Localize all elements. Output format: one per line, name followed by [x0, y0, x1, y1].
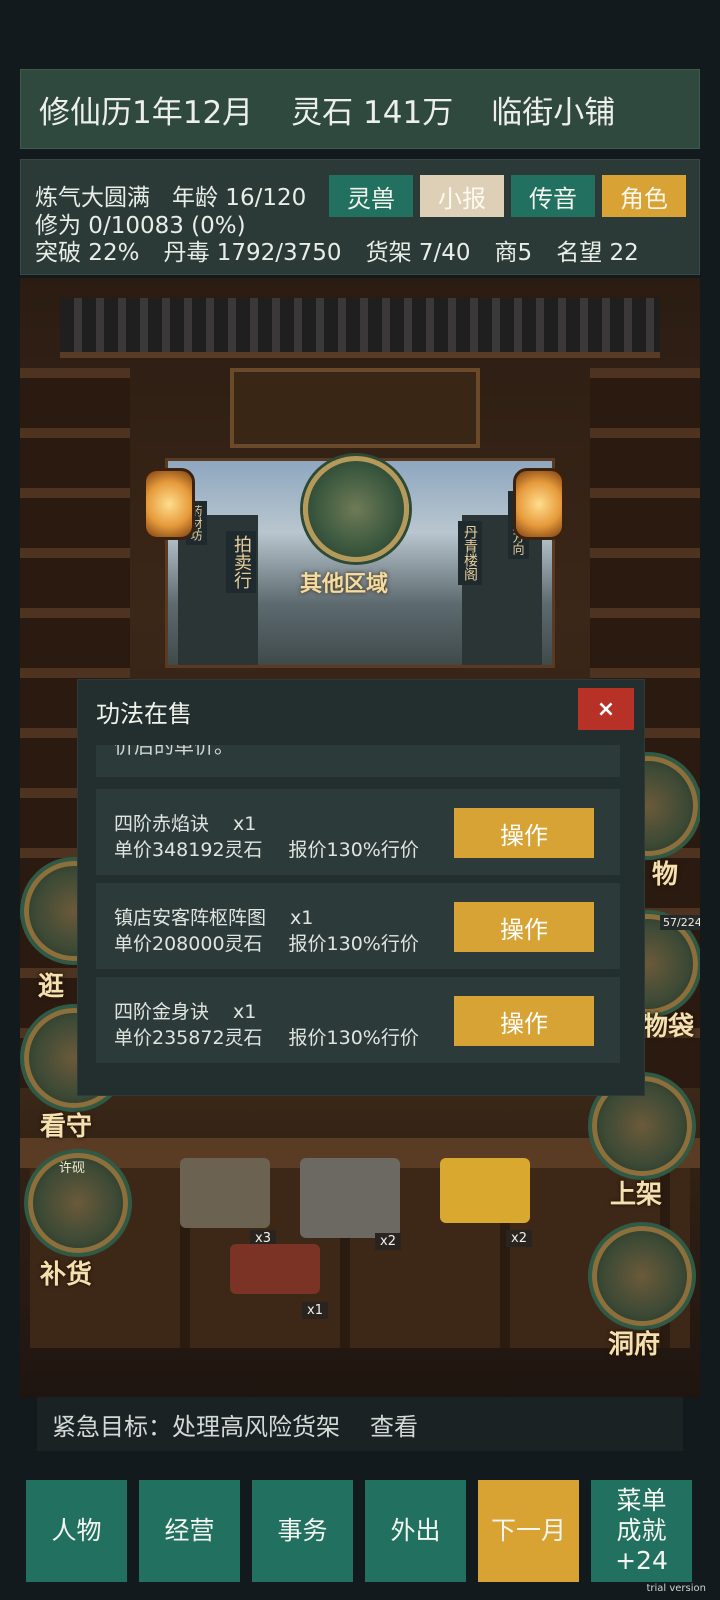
- roof-tiles: [60, 298, 660, 358]
- unit-price: 单价208000灵石: [114, 933, 263, 955]
- bottom-nav: 人物 经营 事务 外出 下一月 菜单 成就+24: [26, 1480, 692, 1582]
- quote-percent: 报价130%行价: [288, 839, 419, 861]
- listing-name: 四阶金身诀 x1: [114, 997, 256, 1024]
- goods-label[interactable]: 物: [652, 854, 678, 891]
- stats-panel: 炼气大圆满 年龄 16/120 修为 0/10083 (0%) 突破 22% 丹毒 …: [20, 159, 700, 275]
- street-sign: 丹青楼阁: [458, 521, 482, 585]
- shop-name: 临街小铺: [491, 94, 616, 131]
- quote-percent: 报价130%行价: [288, 933, 419, 955]
- books-icon[interactable]: [180, 1158, 270, 1228]
- potion-chest-icon[interactable]: [230, 1244, 320, 1294]
- guard-label[interactable]: 看守: [40, 1106, 92, 1143]
- potion-chest-qty: x1: [302, 1302, 328, 1319]
- listing-row: 镇店安客阵枢阵图 x1 单价208000灵石 报价130%行价 操作: [96, 883, 620, 969]
- lantern-left: [143, 468, 195, 540]
- trial-watermark: trial version: [646, 1583, 706, 1594]
- breakthrough: 突破 22%: [35, 240, 140, 266]
- listing-row: 四阶赤焰诀 x1 单价348192灵石 报价130%行价 操作: [96, 789, 620, 875]
- stats-row-3: 突破 22% 丹毒 1792/3750 货架 7/40 商5 名望 22: [35, 233, 639, 267]
- browse-label[interactable]: 逛: [38, 966, 64, 1003]
- menu-label-stack: 菜单 成就+24: [591, 1486, 692, 1576]
- item-qty: x1: [233, 813, 257, 835]
- goal-text: 紧急目标：处理高风险货架: [52, 1412, 340, 1441]
- map-qty: x2: [375, 1233, 401, 1250]
- urgent-goal-bar: 紧急目标：处理高风险货架 查看: [37, 1397, 683, 1451]
- tab-messages[interactable]: 传音: [511, 175, 595, 217]
- listing-name: 镇店安客阵枢阵图 x1: [114, 903, 313, 930]
- listing-price: 单价348192灵石 报价130%行价: [114, 835, 419, 862]
- operate-button[interactable]: 操作: [454, 996, 594, 1046]
- listing-price: 单价235872灵石 报价130%行价: [114, 1023, 419, 1050]
- other-region-label[interactable]: 其他区域: [300, 566, 388, 598]
- item-qty: x1: [233, 1001, 257, 1023]
- storage-bag-label[interactable]: 物袋: [642, 1006, 694, 1043]
- nav-outing-button[interactable]: 外出: [365, 1480, 466, 1582]
- talisman-icon[interactable]: [440, 1158, 530, 1223]
- quick-tabs: 灵兽 小报 传音 角色: [329, 175, 686, 217]
- tab-news[interactable]: 小报: [420, 175, 504, 217]
- pricing-note: 价后的单价。: [96, 745, 620, 777]
- spirit-stones: 灵石 141万: [291, 94, 454, 131]
- nav-operate-button[interactable]: 经营: [139, 1480, 240, 1582]
- reputation: 名望 22: [556, 240, 639, 266]
- calendar-date: 修仙历1年12月: [39, 94, 254, 131]
- close-button[interactable]: ×: [578, 688, 634, 730]
- list-on-shelf-label[interactable]: 上架: [610, 1174, 662, 1211]
- item-name: 四阶金身诀: [114, 1001, 210, 1023]
- restock-label[interactable]: 补货: [40, 1254, 92, 1291]
- view-goal-link[interactable]: 查看: [370, 1407, 418, 1442]
- listing-name: 四阶赤焰诀 x1: [114, 809, 256, 836]
- other-region-button[interactable]: [303, 456, 409, 562]
- listing-row: 四阶金身诀 x1 单价235872灵石 报价130%行价 操作: [96, 977, 620, 1063]
- listing-price: 单价208000灵石 报价130%行价: [114, 929, 419, 956]
- unit-price: 单价235872灵石: [114, 1027, 263, 1049]
- item-qty: x1: [290, 907, 314, 929]
- next-month-button[interactable]: 下一月: [478, 1480, 579, 1582]
- nav-character-button[interactable]: 人物: [26, 1480, 127, 1582]
- cave-icon[interactable]: [592, 1226, 692, 1326]
- shop-plaque: [230, 368, 480, 448]
- tab-spirit-beast[interactable]: 灵兽: [329, 175, 413, 217]
- map-icon[interactable]: [300, 1158, 400, 1238]
- quote-percent: 报价130%行价: [288, 1027, 419, 1049]
- operate-button[interactable]: 操作: [454, 902, 594, 952]
- achievement-count: 成就+24: [615, 1516, 668, 1575]
- street-sign: 拍卖行: [226, 531, 256, 593]
- listing-list[interactable]: 价后的单价。 四阶赤焰诀 x1 单价348192灵石 报价130%行价 操作 镇店安…: [78, 745, 644, 1085]
- top-status-bar: 修仙历1年12月 灵石 141万 临街小铺: [20, 69, 700, 149]
- pill-poison: 丹毒 1792/3750: [163, 240, 342, 266]
- talisman-qty: x2: [506, 1230, 532, 1247]
- menu-button[interactable]: 菜单 成就+24: [591, 1480, 692, 1582]
- item-name: 镇店安客阵枢阵图: [114, 907, 267, 929]
- lantern-right: [513, 468, 565, 540]
- item-name: 四阶赤焰诀: [114, 813, 210, 835]
- nav-affairs-button[interactable]: 事务: [252, 1480, 353, 1582]
- storage-count: 57/224: [660, 915, 700, 930]
- dialog-title: 功法在售: [96, 700, 192, 728]
- menu-label: 菜单: [616, 1486, 667, 1515]
- operate-button[interactable]: 操作: [454, 808, 594, 858]
- shelves: 货架 7/40: [365, 240, 471, 266]
- unit-price: 单价348192灵石: [114, 839, 263, 861]
- technique-sale-dialog: 功法在售 × 价后的单价。 四阶赤焰诀 x1 单价348192灵石 报价130%行价…: [78, 680, 644, 1095]
- tab-character[interactable]: 角色: [602, 175, 686, 217]
- restock-tag: 许砚: [59, 1161, 86, 1176]
- merchant-level: 商5: [494, 240, 533, 266]
- cave-label[interactable]: 洞府: [608, 1324, 660, 1361]
